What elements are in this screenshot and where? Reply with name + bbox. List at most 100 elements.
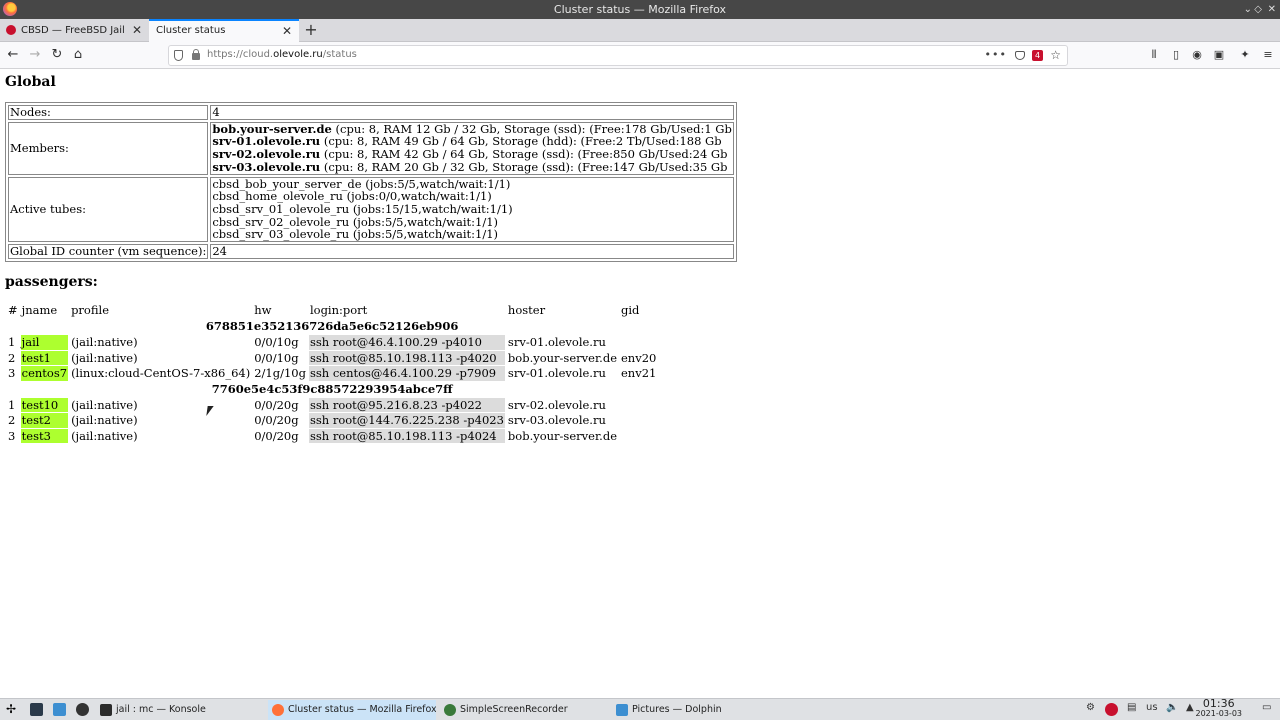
bookmark-star-icon[interactable]: ☆ xyxy=(1050,48,1061,62)
tube-item: cbsd_srv_01_olevole_ru (jobs:15/15,watch… xyxy=(212,201,513,216)
col-hoster: hoster xyxy=(507,303,546,318)
row-number: 2 xyxy=(8,350,16,365)
jail-hoster: srv-01.olevole.ru xyxy=(507,335,606,349)
tab-label: CBSD — FreeBSD Jail and xyxy=(21,25,126,36)
jail-profile: (jail:native) xyxy=(71,397,138,412)
counter-label: Global ID counter (vm sequence): xyxy=(8,244,209,259)
jail-name: test10 xyxy=(20,397,69,412)
row-number: 1 xyxy=(8,335,16,349)
tab-cbsd[interactable]: CBSD — FreeBSD Jail and ✕ xyxy=(0,19,149,42)
tray-expand-icon[interactable]: ▲ xyxy=(1186,702,1194,713)
tubes-row: Active tubes: cbsd_bob_your_server_de (j… xyxy=(8,176,734,243)
hamburger-menu-icon[interactable]: ≡ xyxy=(1261,47,1275,63)
col-jname: jname xyxy=(21,303,58,318)
jail-gid xyxy=(620,413,657,428)
record-icon[interactable] xyxy=(1105,703,1118,716)
col-profile: profile xyxy=(71,303,109,318)
cbsd-favicon-icon xyxy=(6,25,16,35)
extension-badge[interactable]: 4 xyxy=(1032,50,1043,61)
jail-hw: 0/0/10g xyxy=(254,350,299,365)
tubes-list: cbsd_bob_your_server_de (jobs:5/5,watch/… xyxy=(210,176,734,243)
page-actions-menu-icon[interactable]: ••• xyxy=(985,48,1007,61)
sidebar-icon[interactable]: ▯ xyxy=(1169,47,1183,63)
taskbar: ✢ jail : mc — Konsole Cluster status — M… xyxy=(0,698,1280,720)
jail-profile: (linux:cloud-CentOS-7-x86_64) xyxy=(71,366,251,380)
members-label: Members: xyxy=(8,121,209,175)
clock-date: 2021-03-03 xyxy=(1195,709,1243,718)
keyboard-layout[interactable]: us xyxy=(1146,702,1158,713)
jail-hoster: bob.your-server.de xyxy=(507,428,617,443)
folder-icon xyxy=(616,704,628,716)
jail-login: ssh centos@46.4.100.29 -p7909 xyxy=(308,366,505,381)
global-table: Nodes: 4 Members: bob.your-server.de (cp… xyxy=(5,102,737,262)
page-content: Global Nodes: 4 Members: bob.your-server… xyxy=(0,70,1280,698)
table-row: 3 centos7 (linux:cloud-CentOS-7-x86_64) … xyxy=(7,366,657,381)
nodes-row: Nodes: 4 xyxy=(8,105,734,120)
new-tab-button[interactable]: + xyxy=(303,19,319,42)
extension-icon[interactable]: ▣ xyxy=(1212,47,1226,63)
task-firefox[interactable]: Cluster status — Mozilla Firefox xyxy=(268,700,436,720)
row-number: 2 xyxy=(8,413,16,427)
task-dolphin[interactable]: Pictures — Dolphin xyxy=(612,700,780,720)
jail-hw: 0/0/20g xyxy=(254,413,299,427)
group-hash: 7760e5e4c53f9c88572293954abce7ff xyxy=(211,381,453,396)
clipboard-icon[interactable]: ▤ xyxy=(1127,702,1136,713)
jail-gid: env20 xyxy=(621,350,657,365)
jail-login: ssh root@144.76.225.238 -p4023 xyxy=(308,413,505,428)
tab-close-icon[interactable]: ✕ xyxy=(132,19,142,42)
task-label: jail : mc — Konsole xyxy=(116,704,206,715)
passengers-table: # jname profile hw login:port hoster gid… xyxy=(5,302,659,444)
counter-value: 24 xyxy=(210,244,734,259)
terminal-launcher-icon[interactable] xyxy=(76,703,89,716)
account-icon[interactable]: ◉ xyxy=(1190,47,1204,63)
jail-name: test3 xyxy=(20,428,69,443)
row-number: 3 xyxy=(8,366,16,380)
nodes-value: 4 xyxy=(210,105,734,120)
jail-login: ssh root@95.216.8.23 -p4022 xyxy=(308,397,505,412)
tab-cluster-status[interactable]: Cluster status ✕ xyxy=(149,19,299,42)
back-button[interactable]: ← xyxy=(5,47,21,63)
forward-button[interactable]: → xyxy=(27,47,43,63)
jail-profile: (jail:native) xyxy=(71,335,138,349)
jail-gid xyxy=(620,335,657,350)
jail-gid: env21 xyxy=(621,366,657,380)
reload-button[interactable]: ↻ xyxy=(49,47,65,63)
task-screen-recorder[interactable]: SimpleScreenRecorder xyxy=(440,700,608,720)
close-window-icon[interactable]: ✕ xyxy=(1268,0,1276,19)
tab-bar: CBSD — FreeBSD Jail and ✕ Cluster status… xyxy=(0,19,1280,42)
extensions-puzzle-icon[interactable]: ✦ xyxy=(1238,47,1252,63)
home-button[interactable]: ⌂ xyxy=(70,47,86,63)
minimize-icon[interactable]: ⌄ xyxy=(1244,0,1252,19)
tracking-shield-icon[interactable] xyxy=(174,50,183,61)
tab-close-icon[interactable]: ✕ xyxy=(282,21,292,41)
file-manager-icon[interactable] xyxy=(53,703,66,716)
jail-gid xyxy=(620,429,657,444)
jail-hw: 0/0/20g xyxy=(254,397,299,412)
jail-name: test1 xyxy=(20,350,69,365)
lock-icon[interactable] xyxy=(192,49,200,60)
pocket-icon[interactable] xyxy=(1015,51,1025,60)
url-text[interactable]: https://cloud.olevole.ru/status xyxy=(207,49,357,60)
task-label: Pictures — Dolphin xyxy=(632,704,722,715)
firefox-icon xyxy=(272,704,284,716)
jail-name: jail xyxy=(20,335,69,350)
group-hash: 678851e352136726da5e6c52126eb906 xyxy=(205,319,459,334)
app-launcher-icon[interactable]: ✢ xyxy=(6,703,19,716)
window-titlebar: Cluster status — Mozilla Firefox ⌄ ◇ ✕ xyxy=(0,0,1280,19)
table-row: 1 jail (jail:native) 0/0/10g ssh root@46… xyxy=(7,335,657,350)
desktop-icon[interactable] xyxy=(30,703,43,716)
address-bar[interactable]: https://cloud.olevole.ru/status ••• 4 ☆ xyxy=(168,45,1068,66)
task-label: SimpleScreenRecorder xyxy=(460,704,568,715)
counter-row: Global ID counter (vm sequence): 24 xyxy=(8,244,734,259)
maximize-icon[interactable]: ◇ xyxy=(1254,0,1262,19)
notifications-icon[interactable]: ⚙ xyxy=(1086,702,1095,713)
jail-name: test2 xyxy=(20,413,69,428)
clock[interactable]: 01:36 2021-03-03 xyxy=(1195,697,1243,719)
tube-item: cbsd_srv_03_olevole_ru (jobs:5/5,watch/w… xyxy=(212,227,499,242)
volume-icon[interactable]: 🔈 xyxy=(1166,702,1178,713)
col-gid: gid xyxy=(621,303,640,318)
clock-time: 01:36 xyxy=(1202,697,1235,710)
task-konsole[interactable]: jail : mc — Konsole xyxy=(96,700,264,720)
show-desktop-icon[interactable]: ▭ xyxy=(1262,702,1271,713)
library-icon[interactable]: ⫴ xyxy=(1147,47,1161,63)
